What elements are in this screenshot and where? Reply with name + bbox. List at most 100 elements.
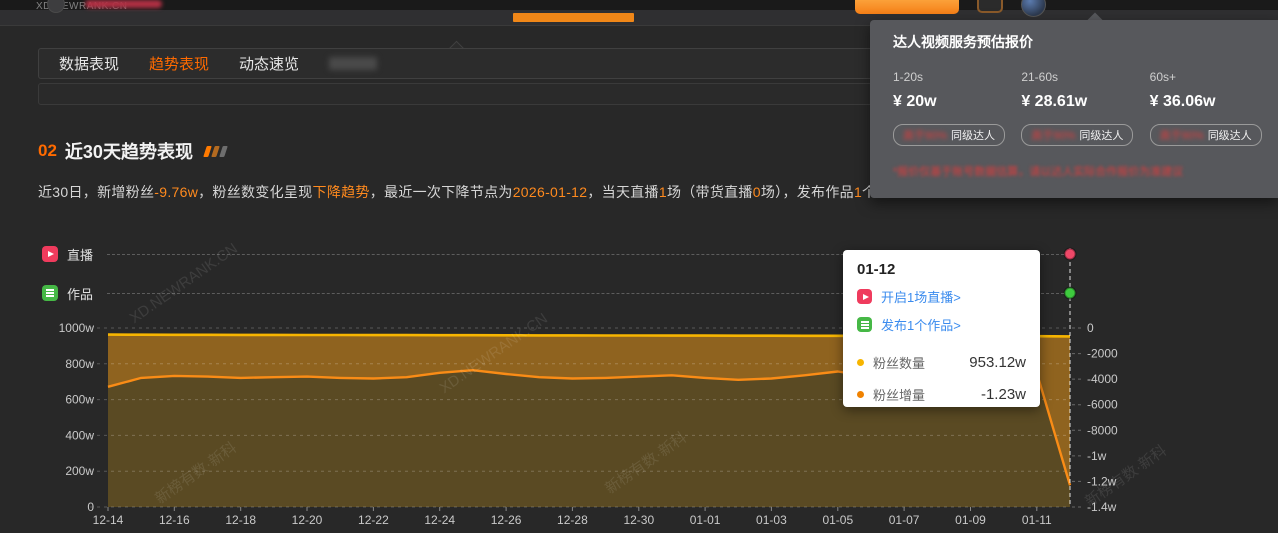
- svg-text:01-09: 01-09: [955, 513, 986, 527]
- badge-blurred-text: 高于90%: [1031, 127, 1075, 143]
- svg-text:1000w: 1000w: [59, 321, 95, 335]
- redacted-text: [329, 57, 377, 70]
- svg-text:-1w: -1w: [1087, 449, 1107, 463]
- series-dot-icon: [857, 359, 864, 366]
- svg-text:12-26: 12-26: [491, 513, 522, 527]
- section-header: 02 近30天趋势表现: [38, 138, 226, 164]
- svg-text:01-01: 01-01: [690, 513, 721, 527]
- active-nav-indicator: [513, 13, 634, 22]
- metric-value: 953.12w: [969, 354, 1026, 371]
- summary-segment: 近30日，新增粉丝: [38, 184, 154, 200]
- tooltip-date: 01-12: [857, 261, 1026, 278]
- summary-segment: 场（带货直播: [667, 184, 753, 200]
- tooltip-event-link[interactable]: 发布1个作品>: [857, 315, 1026, 334]
- badge-text: 同级达人: [1208, 127, 1252, 143]
- summary-highlight: 1: [659, 184, 667, 200]
- work-icon: [42, 285, 58, 301]
- badge-blurred-text: 高于90%: [903, 127, 947, 143]
- price-value: ¥ 20w: [893, 93, 1021, 111]
- quote-column-60s+: 60s+ ¥ 36.06w 高于90%同级达人: [1150, 70, 1278, 146]
- quote-column-21-60s: 21-60s ¥ 28.61w 高于90%同级达人: [1021, 70, 1149, 146]
- svg-text:-4000: -4000: [1087, 372, 1118, 386]
- live-icon: [42, 246, 58, 262]
- svg-text:12-22: 12-22: [358, 513, 389, 527]
- svg-text:01-03: 01-03: [756, 513, 787, 527]
- svg-text:400w: 400w: [65, 428, 94, 442]
- legend-label: 作品: [67, 284, 93, 303]
- tab-数据表现[interactable]: 数据表现: [59, 53, 119, 74]
- svg-text:0: 0: [87, 500, 94, 514]
- diagonal-watermark: 新榜有数·新科: [601, 427, 691, 499]
- quote-marks-icon: [205, 146, 226, 157]
- event-link-text[interactable]: 开启1场直播>: [881, 287, 961, 306]
- svg-text:0: 0: [1087, 321, 1094, 335]
- svg-text:200w: 200w: [65, 464, 94, 478]
- summary-highlight: -9.76w: [154, 184, 198, 200]
- tab-动态速览[interactable]: 动态速览: [239, 53, 299, 74]
- metric-label: 粉丝数量: [873, 353, 969, 372]
- svg-text:01-11: 01-11: [1022, 513, 1052, 527]
- badge-blurred-text: 高于90%: [1160, 127, 1204, 143]
- summary-highlight: 下降趋势: [313, 184, 370, 200]
- popup-title: 达人视频服务预估报价: [893, 32, 1278, 52]
- svg-text:01-05: 01-05: [822, 513, 853, 527]
- metric-label: 粉丝增量: [873, 385, 981, 404]
- duration-label: 1-20s: [893, 70, 1021, 84]
- section-title: 近30天趋势表现: [65, 138, 193, 164]
- svg-text:-1.2w: -1.2w: [1087, 474, 1117, 488]
- summary-segment: ，粉丝数变化呈现: [198, 184, 312, 200]
- diagonal-watermark: 新榜有数·新科: [1081, 440, 1171, 512]
- badge-text: 同级达人: [1079, 127, 1123, 143]
- toolbar-square-button[interactable]: [977, 0, 1003, 13]
- svg-text:01-07: 01-07: [889, 513, 920, 527]
- duration-label: 60s+: [1150, 70, 1278, 84]
- summary-highlight: 2026-01-12: [513, 184, 588, 200]
- svg-text:12-24: 12-24: [424, 513, 455, 527]
- event-link-text[interactable]: 发布1个作品>: [881, 315, 961, 334]
- svg-text:-2000: -2000: [1087, 347, 1118, 361]
- svg-text:-6000: -6000: [1087, 398, 1118, 412]
- svg-text:12-14: 12-14: [93, 513, 124, 527]
- tooltip-event-link[interactable]: 开启1场直播>: [857, 287, 1026, 306]
- summary-highlight: 1: [854, 184, 862, 200]
- series-dot-icon: [857, 391, 864, 398]
- peer-badge: 高于90%同级达人: [1021, 124, 1133, 146]
- svg-text:-1.4w: -1.4w: [1087, 500, 1117, 514]
- price-value: ¥ 28.61w: [1021, 93, 1149, 111]
- duration-label: 21-60s: [1021, 70, 1149, 84]
- svg-text:12-30: 12-30: [623, 513, 654, 527]
- diagonal-watermark: 新榜有数·新科: [151, 437, 241, 509]
- page: XD.NEWRANK.CN 数据表现 趋势表现 动态速览 02 近30天趋势表现 近…: [0, 0, 1278, 533]
- summary-highlight: 0: [753, 184, 761, 200]
- live-icon: [857, 289, 872, 304]
- section-number: 02: [38, 141, 57, 161]
- svg-text:12-16: 12-16: [159, 513, 190, 527]
- price-quote-popup: 达人视频服务预估报价 1-20s¥ 20w高于90%同级达人21-60s¥ 28…: [870, 20, 1278, 198]
- tooltip-metric: 粉丝增量-1.23w: [857, 385, 1026, 404]
- peer-badge: 高于90%同级达人: [893, 124, 1005, 146]
- legend-label: 直播: [67, 245, 93, 264]
- summary-text: 近30日，新增粉丝-9.76w，粉丝数变化呈现下降趋势，最近一次下降节点为202…: [38, 182, 876, 202]
- work-icon: [857, 317, 872, 332]
- primary-action-button[interactable]: [855, 0, 959, 14]
- svg-text:800w: 800w: [65, 357, 94, 371]
- svg-text:600w: 600w: [65, 393, 94, 407]
- peer-badge: 高于90%同级达人: [1150, 124, 1262, 146]
- metric-value: -1.23w: [981, 386, 1026, 403]
- summary-segment: ，当天直播: [587, 184, 659, 200]
- summary-segment: ，最近一次下降节点为: [370, 184, 513, 200]
- top-strip: [0, 0, 1278, 10]
- tooltip-metric: 粉丝数量953.12w: [857, 353, 1026, 372]
- price-value: ¥ 36.06w: [1150, 93, 1278, 111]
- svg-text:12-28: 12-28: [557, 513, 588, 527]
- svg-text:-8000: -8000: [1087, 423, 1118, 437]
- summary-segment: 场），发布作品: [761, 184, 854, 200]
- redacted-logo: [85, 0, 162, 8]
- popup-footnote: *报价仅基于账号数据估算，请以达人实际合作报价为准建议: [893, 163, 1278, 179]
- svg-text:12-20: 12-20: [292, 513, 323, 527]
- quote-column-1-20s: 1-20s ¥ 20w 高于90%同级达人: [893, 70, 1021, 146]
- chart-tooltip: 01-12 开启1场直播> 发布1个作品> 粉丝数量953.12w 粉丝增量-1.2…: [843, 250, 1040, 407]
- tab-趋势表现[interactable]: 趋势表现: [149, 53, 209, 74]
- diagonal-watermark: XD.NEWRANK.CN: [437, 310, 551, 397]
- svg-text:12-18: 12-18: [225, 513, 256, 527]
